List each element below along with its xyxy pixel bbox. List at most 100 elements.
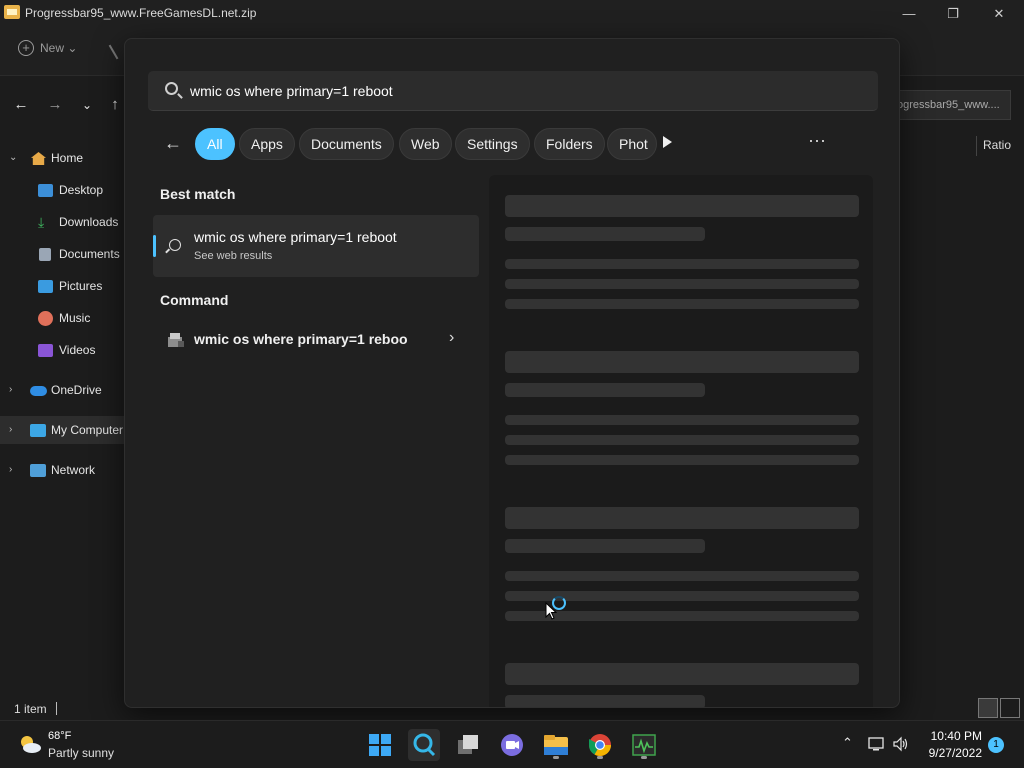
sidebar-item-my-computer[interactable]: › My Computer [0,416,125,444]
search-input[interactable] [190,71,850,111]
skeleton-block [505,663,859,685]
weather-temperature[interactable]: 68°F [48,730,71,742]
filter-settings[interactable]: Settings [455,128,530,160]
chevron-down-icon[interactable]: ⌄ [9,144,17,172]
task-view-button[interactable] [452,729,484,761]
weather-description[interactable]: Partly sunny [48,746,114,760]
clock-time[interactable]: 10:40 PM [930,729,982,743]
partly-sunny-icon[interactable] [18,733,42,755]
skeleton-block [505,299,859,309]
clock-date[interactable]: 9/27/2022 [922,746,982,760]
chevron-right-icon[interactable]: › [9,416,12,444]
sidebar-item-downloads[interactable]: ⤓ Downloads [0,208,125,236]
sidebar-item-music[interactable]: Music [0,304,125,332]
chevron-right-icon[interactable]: › [9,456,12,484]
chrome-button[interactable] [584,729,616,761]
downloads-icon: ⤓ [38,214,45,230]
best-match-subtitle: See web results [194,250,273,262]
filter-documents[interactable]: Documents [299,128,394,160]
skeleton-block [505,455,859,465]
selection-indicator [153,235,156,257]
sidebar-item-label: My Computer [51,423,124,437]
task-manager-button[interactable] [628,729,660,761]
sidebar-item-videos[interactable]: Videos [0,336,125,364]
search-icon [165,82,178,95]
back-arrow-icon[interactable]: ← [161,131,185,155]
sidebar-item-label: Network [51,463,96,477]
task-view-icon [458,735,478,754]
skeleton-block [505,227,705,241]
running-indicator [553,756,559,759]
skeleton-block [505,279,859,289]
up-icon[interactable]: ↑ [104,94,126,116]
cut-icon[interactable] [108,40,126,60]
skeleton-block [505,571,859,581]
skeleton-block [505,259,859,269]
address-bar[interactable]: ogressbar95_www.... [890,90,1011,120]
large-icons-view-icon[interactable] [1000,698,1020,718]
skeleton-block [505,695,705,707]
more-options-icon[interactable]: ··· [805,129,829,153]
search-taskbar-button[interactable] [408,729,440,761]
maximize-button[interactable]: ❐ [930,3,976,25]
sidebar-item-label: Home [51,151,84,165]
plus-icon: + [18,40,34,56]
volume-icon[interactable] [892,736,910,752]
scroll-filters-right-icon[interactable] [663,136,672,148]
onedrive-icon [30,386,47,396]
filter-photos[interactable]: Phot [607,128,657,160]
search-filters: ← All Apps Documents Web Settings Folder… [125,127,899,161]
sidebar-item-network[interactable]: › Network [0,456,125,484]
network-icon [30,464,46,477]
show-hidden-icons-chevron-icon[interactable]: ⌃ [842,735,853,751]
new-label: New [40,41,65,55]
sidebar-item-home[interactable]: ⌄ Home [0,144,125,172]
best-match-title: wmic os where primary=1 reboot [194,229,397,245]
filter-web[interactable]: Web [399,128,452,160]
sidebar-item-label: Documents [59,247,120,261]
new-button[interactable]: + New ⌄ [18,40,77,56]
sidebar-item-label: Pictures [59,279,103,293]
network-status-icon[interactable] [868,736,886,752]
desktop-icon [38,184,53,197]
chevron-right-icon[interactable]: › [449,329,454,347]
skeleton-block [505,195,859,217]
sidebar-item-label: Music [59,311,91,325]
column-header-ratio[interactable]: Ratio [976,136,1011,156]
computer-icon [30,424,46,437]
sidebar-item-label: OneDrive [51,383,102,397]
home-icon [31,152,46,165]
recent-locations-icon[interactable]: ⌄ [76,94,98,116]
file-explorer-button[interactable] [540,729,572,761]
filter-folders[interactable]: Folders [534,128,605,160]
search-box[interactable] [148,71,878,111]
skeleton-block [505,435,859,445]
sidebar-item-documents[interactable]: Documents [0,240,125,268]
running-indicator [641,756,647,759]
command-result[interactable]: wmic os where primary=1 reboo › [153,323,479,357]
start-button[interactable] [364,729,396,761]
skeleton-block [505,415,859,425]
documents-icon [39,248,51,261]
close-button[interactable]: ✕ [976,3,1022,25]
minimize-button[interactable]: — [886,3,932,25]
notification-badge[interactable]: 1 [988,737,1004,753]
sidebar-item-label: Downloads [59,215,119,229]
sidebar-item-label: Videos [59,343,96,357]
filter-all[interactable]: All [195,128,235,160]
chevron-right-icon[interactable]: › [9,376,12,404]
sidebar-item-desktop[interactable]: Desktop [0,176,125,204]
best-match-result[interactable]: wmic os where primary=1 reboot See web r… [153,215,479,277]
sidebar-item-pictures[interactable]: Pictures [0,272,125,300]
videos-icon [38,344,53,357]
chat-button[interactable] [496,729,528,761]
taskbar: 68°F Partly sunny ⌃ 10:40 PM 9/27/2022 1 [0,720,1024,768]
status-divider [56,702,57,715]
forward-icon[interactable]: → [44,94,66,116]
back-icon[interactable]: ← [10,94,32,116]
search-flyout: ← All Apps Documents Web Settings Folder… [124,38,900,708]
sidebar-item-onedrive[interactable]: › OneDrive [0,376,125,404]
skeleton-block [505,611,859,621]
filter-apps[interactable]: Apps [239,128,295,160]
details-view-icon[interactable] [978,698,998,718]
